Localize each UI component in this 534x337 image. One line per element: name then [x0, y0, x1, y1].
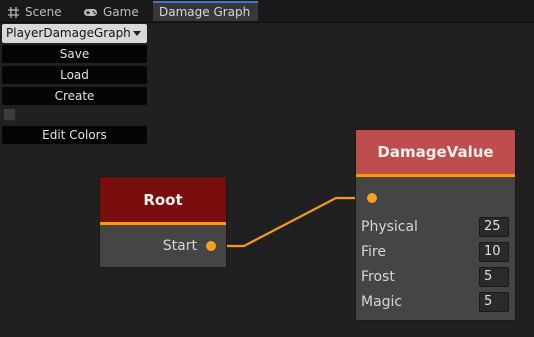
tab-bar: Scene Game Damage Graph	[0, 0, 534, 23]
magic-label: Magic	[361, 294, 403, 310]
tab-game-label: Game	[103, 5, 139, 19]
root-node-title: Root	[100, 177, 226, 225]
input-port-dot[interactable]	[367, 193, 377, 203]
magic-input[interactable]: 5	[479, 292, 509, 312]
frost-field: Frost 5	[361, 266, 511, 288]
physical-field: Physical 25	[361, 216, 511, 238]
create-button[interactable]: Create	[2, 87, 147, 105]
load-button[interactable]: Load	[2, 66, 147, 84]
fire-field: Fire 10	[361, 241, 511, 263]
physical-label: Physical	[361, 219, 418, 235]
toggle-checkbox[interactable]	[3, 108, 16, 121]
frost-label: Frost	[361, 269, 395, 285]
tab-game[interactable]: Game	[83, 2, 139, 22]
fire-input[interactable]: 10	[479, 242, 509, 262]
output-port-dot[interactable]	[206, 241, 216, 251]
graph-select-value: PlayerDamageGraph	[6, 26, 131, 40]
gamepad-icon	[84, 8, 97, 16]
start-port-label: Start	[162, 238, 197, 254]
tab-scene[interactable]: Scene	[7, 2, 62, 22]
tab-damage-graph-label: Damage Graph	[159, 5, 251, 19]
chevron-down-icon	[133, 31, 141, 36]
magic-field: Magic 5	[361, 291, 511, 313]
tab-damage-graph[interactable]: Damage Graph	[153, 1, 258, 21]
grid-icon	[8, 6, 19, 18]
graph-select-dropdown[interactable]: PlayerDamageGraph	[2, 24, 147, 43]
tab-scene-label: Scene	[25, 5, 62, 19]
save-button[interactable]: Save	[2, 45, 147, 63]
damage-value-node-title: DamageValue	[356, 130, 515, 177]
start-output-port[interactable]: Start	[163, 238, 216, 254]
edit-colors-button[interactable]: Edit Colors	[2, 126, 147, 144]
fire-label: Fire	[361, 244, 386, 260]
physical-input[interactable]: 25	[479, 217, 509, 237]
frost-input[interactable]: 5	[479, 267, 509, 287]
root-node[interactable]: Root Start	[100, 177, 226, 267]
damage-value-node[interactable]: DamageValue Physical 25 Fire 10 Frost 5 …	[356, 130, 515, 320]
